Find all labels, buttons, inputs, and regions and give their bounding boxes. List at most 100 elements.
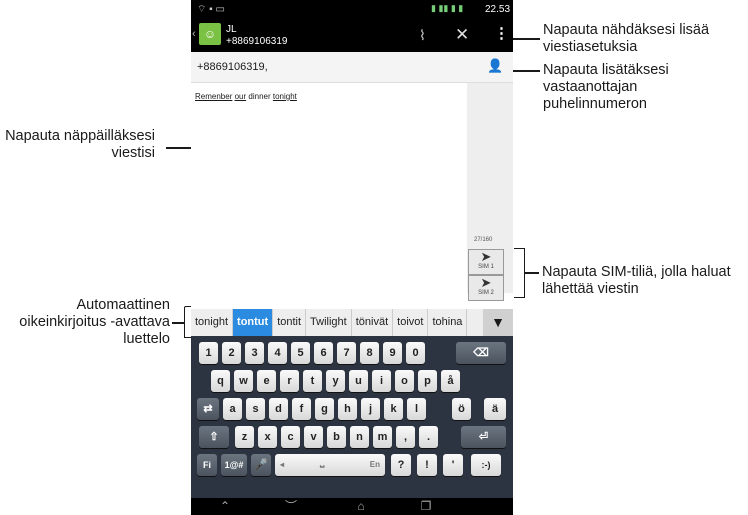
suggestion[interactable]: tohina [428,309,468,336]
enter-key[interactable]: ⏎ [461,426,506,448]
key[interactable]: f [292,398,311,420]
key[interactable]: 3 [245,342,264,364]
key[interactable]: k [384,398,403,420]
key[interactable]: . [419,426,438,448]
key[interactable]: , [396,426,415,448]
key[interactable]: u [349,370,368,392]
key[interactable]: 1 [199,342,218,364]
key[interactable]: 0 [406,342,425,364]
autocorrect-suggestions: tonight tontut tontit Twilight tönivät t… [191,309,513,336]
recipient-value[interactable]: +8869106319, [197,61,268,73]
chevron-up-icon[interactable]: ⌃ [205,498,245,515]
key[interactable]: 7 [337,342,356,364]
back-icon[interactable]: ‹ [192,28,196,40]
recent-apps-icon[interactable]: ❐ [406,498,446,515]
key[interactable]: g [315,398,334,420]
sim-bracket [514,248,525,298]
shift-key[interactable]: ⇧ [199,426,229,448]
space-bar[interactable]: ◂ ⎵ En [275,454,385,476]
avatar[interactable]: ☺ [199,23,221,45]
key[interactable]: o [395,370,414,392]
clock: 22.53 [485,4,511,15]
message-word: dinner [248,92,271,101]
key[interactable]: e [257,370,276,392]
key[interactable]: d [269,398,288,420]
key[interactable]: q [211,370,230,392]
key[interactable]: p [418,370,437,392]
key[interactable]: 5 [291,342,310,364]
suggestion[interactable]: tönivät [352,309,394,336]
suggestion[interactable]: tonight [191,309,234,336]
callout-add-recipient: Napauta lisätäksesi vastaanottajan puhel… [543,62,669,112]
key[interactable]: s [246,398,265,420]
send-icon: ➤ [480,275,492,290]
key[interactable]: ' [443,454,463,476]
leader-line [525,272,539,274]
sim1-label: SIM 1 [478,264,494,270]
key[interactable]: i [372,370,391,392]
message-input[interactable]: Remenber our dinner tonight [191,83,467,293]
send-sim2-button[interactable]: ➤ SIM 2 [468,275,504,301]
suggestion[interactable]: toivot [393,309,429,336]
key[interactable]: v [304,426,323,448]
key[interactable]: j [361,398,380,420]
key[interactable]: t [303,370,322,392]
chevron-left-icon: ◂ [280,460,285,469]
key[interactable]: a [223,398,242,420]
recipient-field[interactable]: +8869106319, 👤 [191,52,513,83]
key[interactable]: y [326,370,345,392]
key[interactable]: 9 [383,342,402,364]
key[interactable]: 4 [268,342,287,364]
key[interactable]: z [235,426,254,448]
key[interactable]: ä [484,398,506,420]
key[interactable]: n [350,426,369,448]
dropdown-arrow-icon[interactable]: ▼ [483,309,513,336]
callout-menu: Napauta nähdäksesi lisää viestiasetuksia [543,22,710,55]
suggestion[interactable]: tontit [273,309,307,336]
message-word: Remenber [195,92,233,101]
symbols-key[interactable]: 1@# [221,454,247,476]
key[interactable]: 2 [222,342,241,364]
key[interactable]: 8 [360,342,379,364]
key[interactable]: x [258,426,277,448]
add-contact-icon[interactable]: 👤 [487,58,503,74]
notification-icon: ⌔ ▪ ▭ [197,4,225,15]
suggestion-selected[interactable]: tontut [233,309,274,336]
key[interactable]: c [281,426,300,448]
key[interactable]: ! [417,454,437,476]
key[interactable]: b [327,426,346,448]
key[interactable]: l [407,398,426,420]
action-bar: ‹ ☺ JL +8869106319 ⌇ ✕ ⋮ [191,19,513,52]
suggestion[interactable]: Twilight [306,309,352,336]
message-word: our [234,92,247,101]
space-icon: ⎵ [320,456,325,468]
back-nav-icon[interactable]: ︶ [271,498,311,515]
status-bar: ⌔ ▪ ▭ ▮ ▮▮ ▮ ▮ 22.53 [191,0,513,19]
key[interactable]: ? [391,454,411,476]
microphone-icon[interactable]: 🎤 [251,454,271,476]
space-language: En [369,460,380,469]
message-text[interactable]: Remenber our dinner tonight [195,92,297,101]
contact-name: JL [226,24,237,35]
close-icon[interactable]: ✕ [455,25,469,45]
char-counter: 27/160 [474,237,493,243]
key[interactable]: m [373,426,392,448]
attach-icon[interactable]: ⌇ [419,27,426,44]
key[interactable]: r [280,370,299,392]
phone-screen: ⌔ ▪ ▭ ▮ ▮▮ ▮ ▮ 22.53 ‹ ☺ JL +8869106319 … [191,0,513,515]
key[interactable]: :-) [471,454,501,476]
key[interactable]: w [234,370,253,392]
tab-key[interactable]: ⇄ [197,398,219,420]
key[interactable]: å [441,370,460,392]
menu-icon[interactable]: ⋮ [494,24,509,42]
language-key[interactable]: Fi [197,454,217,476]
callout-sim: Napauta SIM-tiliä, jolla haluat lähettää… [542,264,731,297]
key[interactable]: ö [452,398,471,420]
key[interactable]: 6 [314,342,333,364]
send-sim1-button[interactable]: ➤ SIM 1 [468,249,504,275]
backspace-key[interactable]: ⌫ [456,342,506,364]
key[interactable]: h [338,398,357,420]
leader-line [512,38,540,40]
home-icon[interactable]: ⌂ [341,498,381,515]
navigation-bar: ⌃ ︶ ⌂ ❐ [191,498,513,515]
